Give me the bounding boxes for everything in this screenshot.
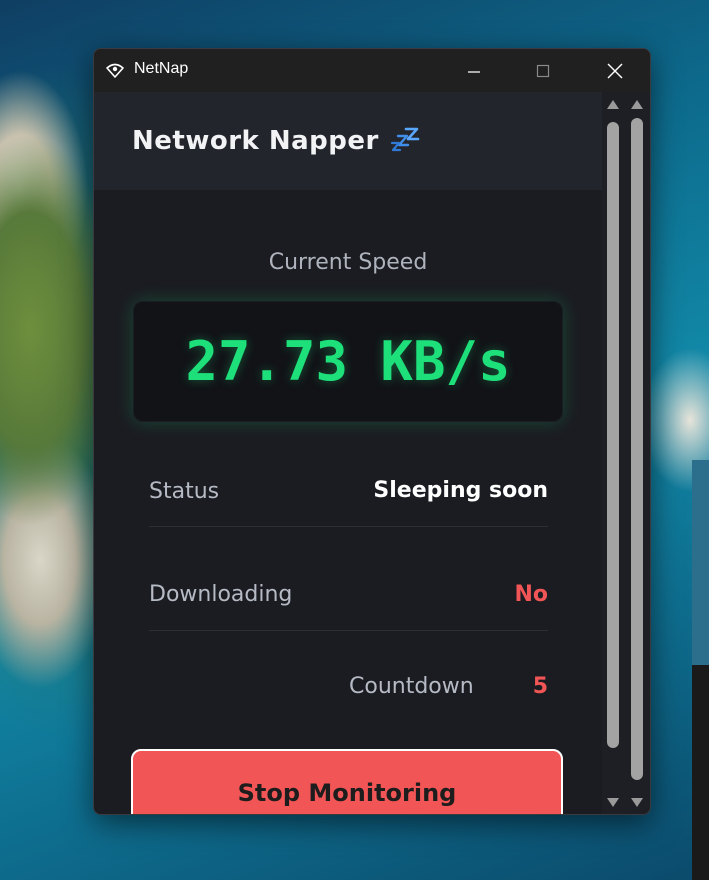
downloading-value: No: [514, 582, 548, 607]
app-header: Network Napper: [94, 92, 602, 190]
scrollbar-thumb[interactable]: [607, 122, 619, 748]
window-title: NetNap: [134, 60, 189, 77]
scroll-down-icon[interactable]: [606, 795, 620, 809]
status-value: Sleeping soon: [373, 478, 548, 503]
inner-scrollbar[interactable]: [602, 92, 624, 814]
scroll-up-icon[interactable]: [630, 98, 644, 112]
sleep-zzz-icon: [390, 127, 420, 152]
divider: [149, 526, 548, 527]
speed-display: 27.73 KB/s: [133, 301, 563, 422]
scroll-up-icon[interactable]: [606, 98, 620, 112]
minimize-icon: [468, 70, 480, 73]
netnap-window: NetNap Network Napper Current Speed 27.7…: [93, 48, 651, 815]
downloading-label: Downloading: [149, 582, 293, 607]
outer-scrollbar[interactable]: [626, 92, 648, 814]
wifi-eye-icon: [106, 63, 124, 78]
scroll-down-icon[interactable]: [630, 795, 644, 809]
close-button[interactable]: [592, 49, 638, 92]
maximize-icon: [536, 64, 550, 77]
background-window-edge: [692, 460, 709, 880]
speed-value: 27.73 KB/s: [185, 330, 511, 393]
minimize-button[interactable]: [451, 49, 497, 92]
current-speed-label: Current Speed: [268, 250, 428, 275]
stop-monitoring-button[interactable]: Stop Monitoring: [131, 749, 563, 814]
title-bar[interactable]: NetNap: [94, 49, 650, 92]
app-title: Network Napper: [132, 126, 379, 156]
close-icon: [607, 63, 623, 78]
countdown-label: Countdown: [349, 674, 474, 699]
app-content: Network Napper Current Speed 27.73 KB/s …: [94, 92, 602, 814]
status-label: Status: [149, 479, 220, 504]
divider: [149, 630, 548, 631]
scrollbar-thumb[interactable]: [631, 118, 643, 780]
maximize-button[interactable]: [520, 49, 566, 92]
countdown-value: 5: [532, 674, 548, 699]
